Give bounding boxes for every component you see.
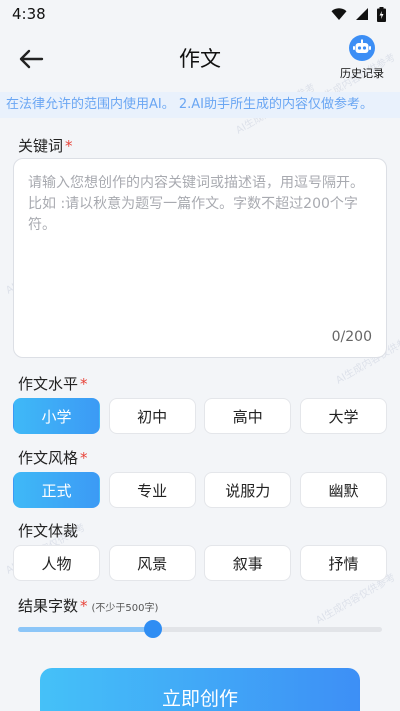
style-options: 正式 专业 说服力 幽默 xyxy=(13,472,387,508)
slider-thumb[interactable] xyxy=(143,620,162,638)
keyword-input[interactable] xyxy=(28,173,372,323)
notice-text: 在法律允许的范围内使用AI。 2.AI助手所生成的内容仅做参考。 xyxy=(6,97,373,112)
notice-marquee: 在法律允许的范围内使用AI。 2.AI助手所生成的内容仅做参考。 xyxy=(0,92,400,118)
create-button[interactable]: 立即创作 xyxy=(40,668,360,711)
robot-icon xyxy=(349,35,375,61)
required-mark: * xyxy=(80,375,88,393)
level-options: 小学 初中 高中 大学 xyxy=(13,398,387,434)
status-time: 4:38 xyxy=(12,5,46,23)
app-header: 作文 历史记录 xyxy=(0,28,400,88)
level-label: 作文水平 * xyxy=(18,375,88,393)
history-button[interactable]: 历史记录 xyxy=(336,34,388,84)
genre-option[interactable]: 人物 xyxy=(13,545,100,581)
style-option[interactable]: 幽默 xyxy=(299,472,387,508)
style-option[interactable]: 专业 xyxy=(108,472,196,508)
level-option[interactable]: 初中 xyxy=(108,398,196,434)
keywords-label: 关键词 * xyxy=(18,137,73,155)
genre-label: 作文体裁 xyxy=(18,522,79,540)
slider-fill xyxy=(18,627,153,632)
level-option[interactable]: 小学 xyxy=(13,398,100,434)
char-count: 0/200 xyxy=(331,329,372,345)
back-button[interactable] xyxy=(16,44,46,74)
page-title: 作文 xyxy=(179,47,221,71)
style-label: 作文风格 * xyxy=(18,449,88,467)
level-option[interactable]: 高中 xyxy=(204,398,292,434)
history-label: 历史记录 xyxy=(340,67,384,80)
level-option[interactable]: 大学 xyxy=(299,398,387,434)
word-count-slider[interactable] xyxy=(18,620,382,638)
signal-icon xyxy=(356,8,368,20)
style-option[interactable]: 说服力 xyxy=(204,472,292,508)
genre-option[interactable]: 抒情 xyxy=(299,545,387,581)
required-mark: * xyxy=(80,597,88,615)
genre-options: 人物 风景 叙事 抒情 xyxy=(13,545,387,581)
word-count-label: 结果字数 * (不少于500字) xyxy=(18,597,159,615)
style-option[interactable]: 正式 xyxy=(13,472,100,508)
keyword-box: 0/200 xyxy=(13,158,387,358)
required-mark: * xyxy=(80,449,88,467)
required-mark: * xyxy=(65,137,73,155)
arrow-left-icon xyxy=(19,49,44,69)
genre-option[interactable]: 叙事 xyxy=(204,545,292,581)
battery-icon xyxy=(377,6,386,22)
wifi-icon xyxy=(331,8,347,20)
genre-option[interactable]: 风景 xyxy=(108,545,196,581)
word-count-hint: (不少于500字) xyxy=(91,603,159,614)
status-icons xyxy=(331,6,386,22)
status-bar: 4:38 xyxy=(0,0,400,28)
